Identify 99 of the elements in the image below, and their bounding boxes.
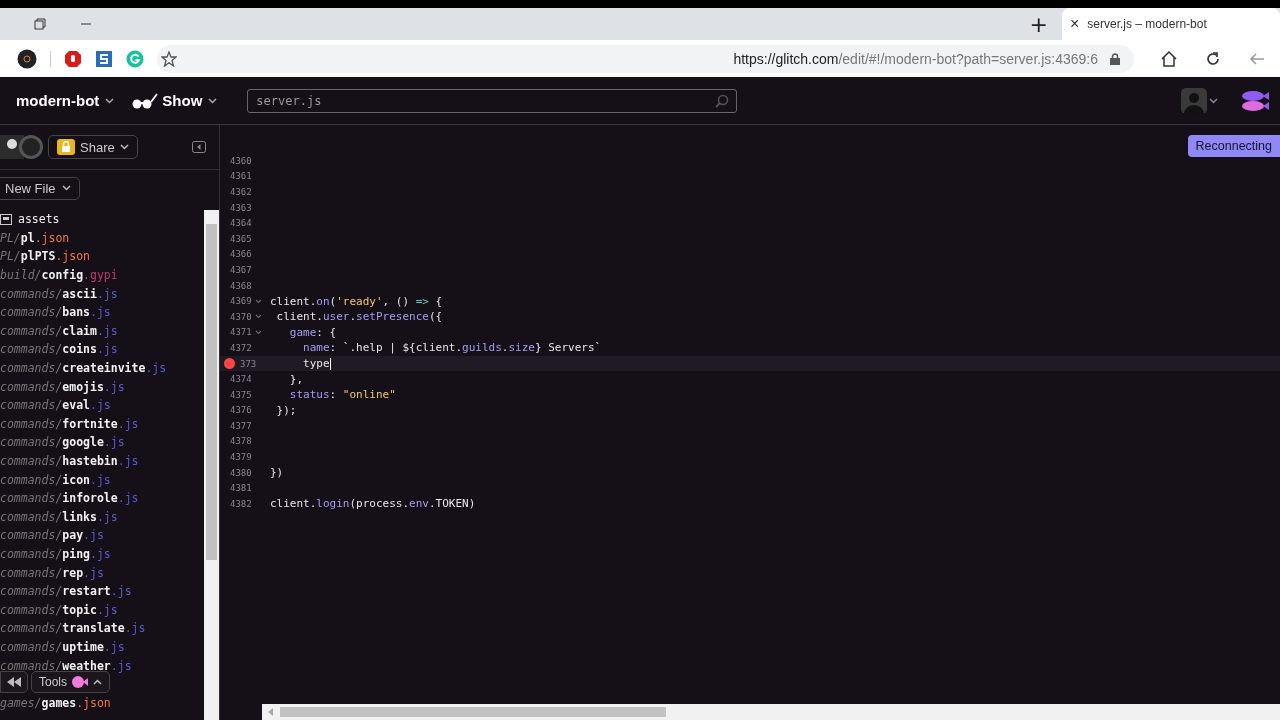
file-item[interactable]: commands/inforole.js bbox=[0, 491, 139, 506]
line-number: 4371 bbox=[230, 327, 252, 338]
fold-icon[interactable] bbox=[254, 314, 262, 320]
line-number: 4376 bbox=[230, 405, 252, 416]
line-number: 4364 bbox=[230, 218, 252, 229]
caret-icon bbox=[119, 144, 129, 150]
code-line: client.user.setPresence({ bbox=[275, 310, 443, 324]
file-item[interactable]: commands/ping.js bbox=[0, 547, 111, 561]
line-number: 4362 bbox=[230, 187, 252, 197]
file-item[interactable]: commands/bans.js bbox=[0, 305, 111, 320]
project-menu[interactable]: modern-bot bbox=[12, 92, 104, 109]
line-number: 4367 bbox=[230, 264, 252, 275]
code-line: client.on('ready', () => { bbox=[270, 294, 443, 308]
code-line: }); bbox=[275, 403, 297, 417]
file-item[interactable]: games/games.json bbox=[0, 695, 111, 710]
line-number: 4382 bbox=[230, 498, 252, 509]
caret-icon bbox=[61, 185, 71, 191]
line-number: 4379 bbox=[230, 452, 252, 463]
line-number: 4370 bbox=[230, 311, 252, 322]
file-item[interactable]: commands/google.js bbox=[0, 435, 125, 450]
file-item[interactable]: PL/plPTS.json bbox=[0, 249, 91, 264]
code-line: }, bbox=[288, 372, 304, 386]
avatar-icon[interactable] bbox=[0, 135, 44, 159]
file-item[interactable]: commands/fortnite.js bbox=[0, 416, 139, 431]
file-item[interactable]: commands/emojis.js bbox=[0, 379, 125, 394]
search-icon bbox=[715, 93, 730, 108]
rewind-button[interactable] bbox=[0, 671, 28, 693]
code-line: type bbox=[302, 357, 331, 370]
code-line: }) bbox=[270, 466, 284, 480]
scrollbar[interactable] bbox=[262, 704, 1280, 720]
tab-close-button[interactable]: × bbox=[1070, 15, 1080, 33]
file-item[interactable]: commands/icon.js bbox=[0, 472, 111, 487]
rewind-icon bbox=[7, 677, 21, 687]
file-item[interactable]: commands/uptime.js bbox=[0, 639, 125, 654]
glasses-icon bbox=[132, 92, 159, 109]
lock-icon bbox=[1110, 52, 1120, 65]
file-item[interactable]: commands/createinvite.js bbox=[0, 361, 167, 376]
line-number: 4365 bbox=[230, 233, 252, 244]
line-number: 4378 bbox=[230, 436, 252, 447]
line-number: 4366 bbox=[230, 249, 252, 260]
browser-tab[interactable]: × server.js – modern-bot bbox=[1062, 8, 1280, 40]
file-item[interactable]: commands/pay.js bbox=[0, 528, 104, 543]
code-line: status: "online" bbox=[288, 388, 396, 402]
line-number: 4372 bbox=[230, 342, 252, 353]
lock-icon bbox=[57, 139, 75, 155]
extension-icon[interactable] bbox=[17, 48, 37, 69]
fish-icon bbox=[72, 676, 88, 688]
tools-button[interactable]: Tools bbox=[31, 671, 110, 693]
code-line: name: `.help | ${client.guilds.size} Servers` bbox=[302, 341, 602, 355]
line-number: 4381 bbox=[230, 483, 252, 494]
fold-icon[interactable] bbox=[254, 329, 262, 335]
file-item[interactable]: commands/hastebin.js bbox=[0, 454, 139, 468]
caret-icon bbox=[105, 97, 115, 104]
file-item[interactable]: commands/restart.js bbox=[0, 584, 132, 599]
line-number: 4360 bbox=[230, 155, 252, 166]
new-tab-button[interactable]: + bbox=[1029, 11, 1048, 37]
folder-icon bbox=[0, 213, 12, 225]
line-number: 4368 bbox=[230, 280, 252, 291]
line-number: 4374 bbox=[230, 374, 252, 385]
file-item[interactable]: commands/ascii.js bbox=[0, 286, 118, 301]
line-number: 4369 bbox=[230, 296, 252, 307]
code-line: game: { bbox=[288, 325, 337, 339]
line-number: 4361 bbox=[230, 171, 252, 182]
file-item[interactable]: build/config.gypi bbox=[0, 268, 118, 283]
reconnecting-badge: Reconnecting bbox=[1187, 135, 1280, 157]
line-number: 373 bbox=[240, 358, 257, 369]
star-icon[interactable] bbox=[161, 50, 177, 67]
restore-icon[interactable] bbox=[34, 18, 46, 30]
fish-icon[interactable] bbox=[1240, 88, 1270, 113]
caret-icon bbox=[208, 97, 218, 104]
file-item[interactable]: PL/pl.json bbox=[0, 230, 70, 245]
show-menu[interactable]: Show bbox=[158, 92, 207, 109]
file-item[interactable]: commands/links.js bbox=[0, 509, 118, 524]
caret-icon bbox=[1209, 97, 1218, 104]
reload-icon[interactable] bbox=[1205, 50, 1221, 67]
search-field[interactable]: server.js bbox=[247, 88, 738, 113]
file-item[interactable]: commands/coins.js bbox=[0, 342, 118, 357]
scrollbar[interactable] bbox=[204, 210, 219, 720]
line-number: 4375 bbox=[230, 389, 252, 400]
file-item[interactable]: commands/eval.js bbox=[0, 398, 111, 413]
collapse-icon[interactable] bbox=[192, 141, 206, 153]
line-number: 4380 bbox=[230, 467, 252, 478]
new-file-button[interactable]: New File bbox=[0, 176, 80, 200]
share-button[interactable]: Share bbox=[48, 135, 138, 159]
stop-sign-icon[interactable] bbox=[64, 49, 82, 68]
file-item[interactable]: commands/topic.js bbox=[0, 602, 118, 617]
tab-title: server.js – modern-bot bbox=[1087, 17, 1207, 31]
file-item[interactable]: commands/weather.js bbox=[0, 658, 132, 673]
file-item[interactable]: assets bbox=[18, 212, 60, 227]
back-icon[interactable] bbox=[1249, 50, 1265, 67]
file-item[interactable]: commands/claim.js bbox=[0, 323, 118, 338]
line-number: 4377 bbox=[230, 420, 252, 431]
line-number: 4363 bbox=[230, 202, 252, 213]
caret-up-icon bbox=[93, 679, 102, 685]
home-icon[interactable] bbox=[1161, 50, 1177, 67]
fold-icon[interactable] bbox=[254, 298, 262, 304]
file-item[interactable]: commands/rep.js bbox=[0, 565, 104, 580]
file-item[interactable]: commands/translate.js bbox=[0, 621, 146, 636]
code-line: client.login(process.env.TOKEN) bbox=[270, 497, 476, 511]
